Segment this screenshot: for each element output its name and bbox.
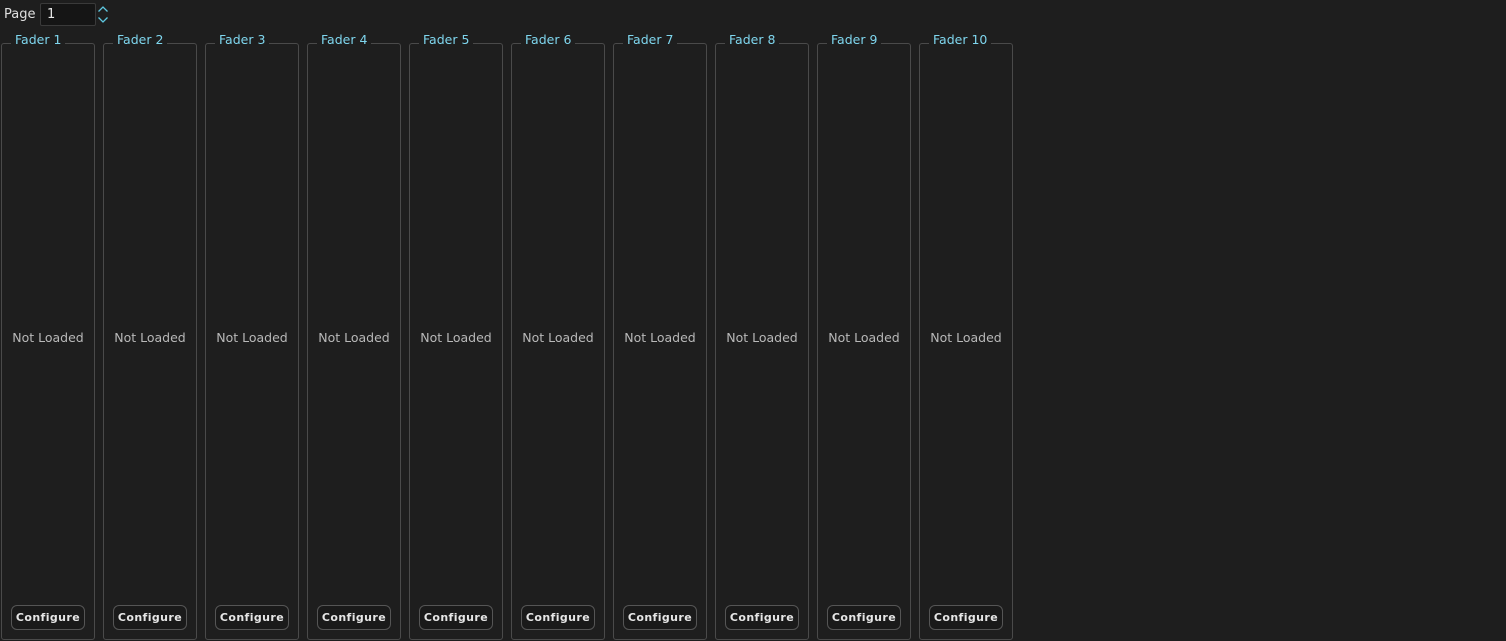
fader-panel: Fader 6 Not Loaded Configure [510,32,606,641]
fader-status: Not Loaded [624,330,696,345]
fader-title: Fader 9 [827,32,882,47]
fader-title: Fader 6 [521,32,576,47]
configure-button[interactable]: Configure [521,605,595,630]
fader-panel: Fader 7 Not Loaded Configure [612,32,708,641]
fader-panel: Fader 4 Not Loaded Configure [306,32,402,641]
fader-title: Fader 8 [725,32,780,47]
fader-status: Not Loaded [12,330,84,345]
fader-panel: Fader 9 Not Loaded Configure [816,32,912,641]
chevron-up-icon [98,5,108,12]
page-number-input[interactable] [40,3,96,26]
configure-button[interactable]: Configure [929,605,1003,630]
page-spinbox[interactable] [40,3,110,26]
configure-button[interactable]: Configure [827,605,901,630]
fader-title: Fader 1 [11,32,66,47]
configure-button[interactable]: Configure [113,605,187,630]
fader-title: Fader 5 [419,32,474,47]
configure-button[interactable]: Configure [317,605,391,630]
page-label: Page [4,7,36,22]
configure-button[interactable]: Configure [11,605,85,630]
fader-status: Not Loaded [726,330,798,345]
page-increment-button[interactable] [96,3,110,14]
page-decrement-button[interactable] [96,14,110,25]
fader-title: Fader 3 [215,32,270,47]
fader-status: Not Loaded [930,330,1002,345]
chevron-down-icon [98,16,108,23]
fader-panel: Fader 8 Not Loaded Configure [714,32,810,641]
configure-button[interactable]: Configure [419,605,493,630]
fader-status: Not Loaded [114,330,186,345]
fader-title: Fader 7 [623,32,678,47]
fader-status: Not Loaded [522,330,594,345]
fader-panel: Fader 10 Not Loaded Configure [918,32,1014,641]
fader-panel: Fader 2 Not Loaded Configure [102,32,198,641]
configure-button[interactable]: Configure [725,605,799,630]
fader-panel: Fader 1 Not Loaded Configure [0,32,96,641]
configure-button[interactable]: Configure [623,605,697,630]
fader-status: Not Loaded [216,330,288,345]
fader-title: Fader 10 [929,32,992,47]
fader-panel: Fader 3 Not Loaded Configure [204,32,300,641]
fader-panel: Fader 5 Not Loaded Configure [408,32,504,641]
configure-button[interactable]: Configure [215,605,289,630]
fader-status: Not Loaded [828,330,900,345]
fader-status: Not Loaded [318,330,390,345]
fader-title: Fader 4 [317,32,372,47]
fader-status: Not Loaded [420,330,492,345]
fader-title: Fader 2 [113,32,168,47]
